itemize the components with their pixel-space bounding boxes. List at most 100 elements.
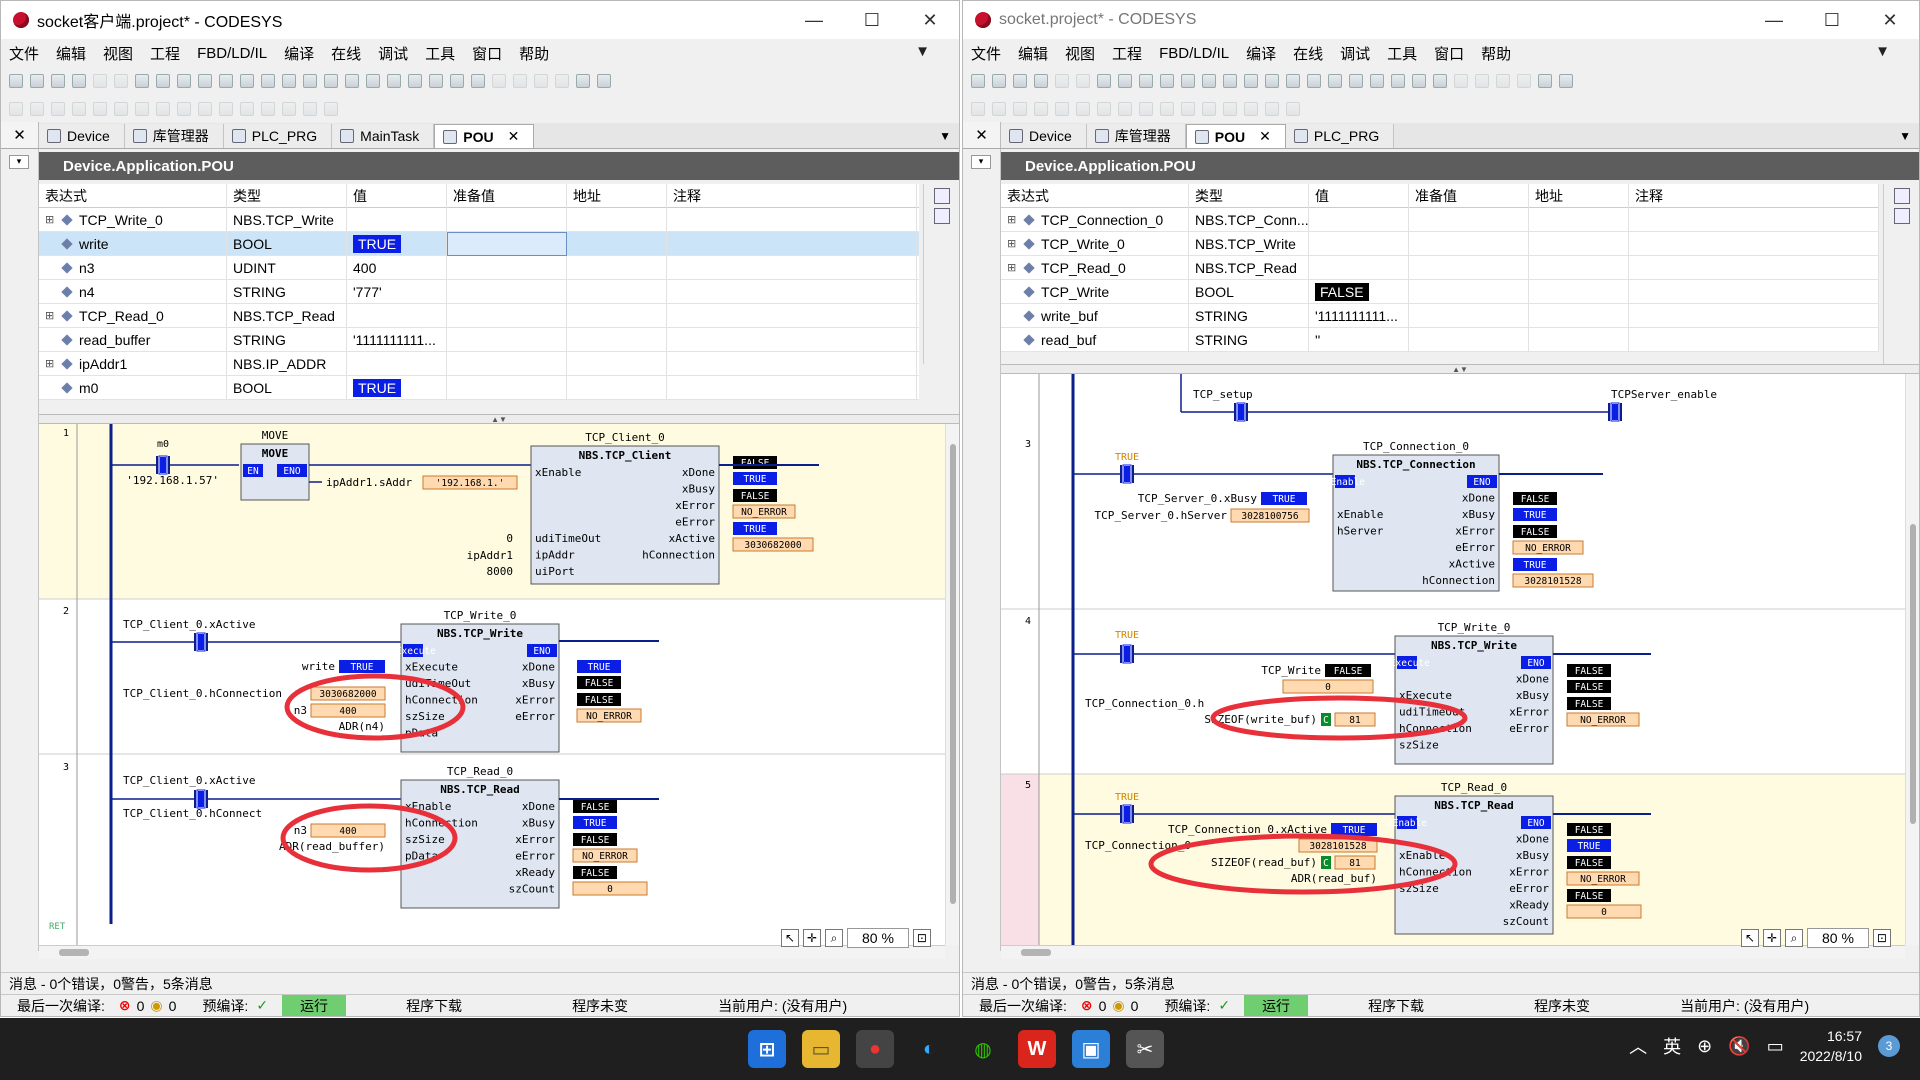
copy-icon[interactable] bbox=[156, 74, 170, 88]
bookmark-icon[interactable] bbox=[1223, 74, 1237, 88]
toggle-icon[interactable] bbox=[1286, 102, 1300, 116]
watch-row[interactable]: read_buf STRING '' bbox=[1001, 327, 1879, 352]
watch-row[interactable]: n3 UDINT 400 bbox=[39, 255, 919, 280]
bookmark-prev-icon[interactable] bbox=[303, 74, 317, 88]
insert-parallel-icon[interactable] bbox=[1055, 102, 1069, 116]
set-reset-icon[interactable] bbox=[1181, 102, 1195, 116]
expand-icon[interactable]: ⊞ bbox=[45, 309, 59, 322]
col-prepared-value[interactable]: 准备值 bbox=[447, 183, 567, 208]
messages-bar[interactable]: 消息 - 0个错误，0警告，5条消息 bbox=[1, 972, 959, 994]
menu-window[interactable]: 窗口 bbox=[1434, 43, 1464, 64]
stop-icon[interactable] bbox=[450, 74, 464, 88]
watch-row[interactable]: ⊞ TCP_Write_0 NBS.TCP_Write bbox=[1001, 231, 1879, 256]
power-icon[interactable]: ▭ bbox=[1767, 1036, 1784, 1057]
col-value[interactable]: 值 bbox=[347, 183, 447, 208]
pan-icon[interactable]: ✛ bbox=[803, 929, 821, 947]
menu-debug[interactable]: 调试 bbox=[378, 43, 408, 64]
volume-muted-icon[interactable]: 🔇 bbox=[1728, 1036, 1750, 1057]
panel-pin-icon[interactable]: ▾ bbox=[971, 155, 991, 169]
pan-icon[interactable]: ✛ bbox=[1763, 929, 1781, 947]
menu-project[interactable]: 工程 bbox=[1112, 43, 1142, 64]
notification-badge[interactable]: 3 bbox=[1878, 1035, 1900, 1057]
menu-help[interactable]: 帮助 bbox=[1481, 43, 1511, 64]
devices-icon[interactable] bbox=[366, 74, 380, 88]
messages-bar[interactable]: 消息 - 0个错误，0警告，5条消息 bbox=[963, 972, 1919, 994]
menu-file[interactable]: 文件 bbox=[9, 43, 39, 64]
filter-icon[interactable]: ▼ bbox=[1875, 43, 1890, 60]
watch-row[interactable]: ⊞ TCP_Write_0 NBS.TCP_Write bbox=[39, 207, 919, 232]
wps-office-icon[interactable]: W bbox=[1018, 1030, 1056, 1068]
edge-browser-icon[interactable]: ◐ bbox=[910, 1030, 948, 1068]
set-reset-icon[interactable] bbox=[219, 102, 233, 116]
insert-output-icon[interactable] bbox=[1139, 102, 1153, 116]
watch-row[interactable]: write_buf STRING '1111111111... bbox=[1001, 303, 1879, 328]
maximize-icon[interactable]: ☐ bbox=[843, 1, 901, 39]
prepared-value-cell[interactable] bbox=[1409, 327, 1529, 352]
network-icon[interactable]: ⊕ bbox=[1697, 1036, 1712, 1057]
build-icon[interactable] bbox=[1307, 74, 1321, 88]
logout-icon[interactable] bbox=[1370, 74, 1384, 88]
editor-splitter[interactable]: ▲▼ bbox=[39, 414, 959, 424]
tab-pou[interactable]: POU ✕ bbox=[434, 124, 535, 148]
replace-icon[interactable] bbox=[1202, 74, 1216, 88]
insert-parallel-icon[interactable] bbox=[93, 102, 107, 116]
watch-option2-icon[interactable] bbox=[1893, 208, 1910, 224]
step-over-icon[interactable] bbox=[555, 74, 569, 88]
delete-icon[interactable] bbox=[198, 74, 212, 88]
col-type[interactable]: 类型 bbox=[227, 183, 347, 208]
insert-box-icon[interactable] bbox=[992, 102, 1006, 116]
bookmark-next-icon[interactable] bbox=[282, 74, 296, 88]
close-icon[interactable]: ✕ bbox=[901, 1, 959, 39]
bookmark-clear-icon[interactable] bbox=[1286, 74, 1300, 88]
menu-view[interactable]: 视图 bbox=[1065, 43, 1095, 64]
new-icon[interactable] bbox=[9, 74, 23, 88]
watch-row[interactable]: ⊞ TCP_Read_0 NBS.TCP_Read bbox=[1001, 255, 1879, 280]
watch-row[interactable]: n4 STRING '777' bbox=[39, 279, 919, 304]
pointer-icon[interactable]: ↖ bbox=[781, 929, 799, 947]
reset-icon[interactable] bbox=[1433, 74, 1447, 88]
stop-icon[interactable] bbox=[1412, 74, 1426, 88]
insert-contact-icon[interactable] bbox=[51, 102, 65, 116]
clock[interactable]: 16:57 2022/8/10 bbox=[1800, 1026, 1862, 1066]
col-expression[interactable]: 表达式 bbox=[1001, 183, 1189, 208]
menu-debug[interactable]: 调试 bbox=[1340, 43, 1370, 64]
bookmark-clear-icon[interactable] bbox=[324, 74, 338, 88]
tab-pou[interactable]: POU ✕ bbox=[1185, 124, 1286, 148]
tab-close-icon[interactable]: ✕ bbox=[508, 128, 520, 145]
menu-fbd[interactable]: FBD/LD/IL bbox=[197, 45, 267, 62]
print-icon[interactable] bbox=[72, 74, 86, 88]
menu-fbd[interactable]: FBD/LD/IL bbox=[1159, 45, 1229, 62]
menu-edit[interactable]: 编辑 bbox=[1018, 43, 1048, 64]
editor-splitter[interactable]: ▲▼ bbox=[1001, 364, 1919, 374]
prepared-value-cell[interactable] bbox=[447, 351, 567, 376]
tool-app-icon[interactable]: ✂ bbox=[1126, 1030, 1164, 1068]
undo-icon[interactable] bbox=[1055, 74, 1069, 88]
minimize-icon[interactable]: — bbox=[1745, 1, 1803, 39]
tab-maintask[interactable]: MainTask bbox=[332, 124, 435, 148]
save-icon[interactable] bbox=[1013, 74, 1027, 88]
tab-plc-prg[interactable]: PLC_PRG bbox=[1285, 124, 1395, 148]
remote-desktop-icon[interactable]: ▣ bbox=[1072, 1030, 1110, 1068]
minimize-icon[interactable]: — bbox=[785, 1, 843, 39]
close-panel-icon[interactable]: ✕ bbox=[1, 122, 39, 148]
filter-icon[interactable]: ▼ bbox=[915, 43, 930, 60]
undo-icon[interactable] bbox=[93, 74, 107, 88]
force-icon[interactable] bbox=[1559, 74, 1573, 88]
step-into-icon[interactable] bbox=[513, 74, 527, 88]
zoom-fit-icon[interactable]: ⊡ bbox=[912, 929, 931, 947]
expand-icon[interactable]: ⊞ bbox=[1007, 261, 1021, 274]
watch-row[interactable]: ⊞ TCP_Connection_0 NBS.TCP_Conn... bbox=[1001, 207, 1879, 232]
tab-library-manager[interactable]: 库管理器 bbox=[124, 124, 224, 148]
insert-network-icon[interactable] bbox=[9, 102, 23, 116]
comment-icon[interactable] bbox=[261, 102, 275, 116]
menu-file[interactable]: 文件 bbox=[971, 43, 1001, 64]
prepared-value-cell[interactable] bbox=[1409, 255, 1529, 280]
insert-box-icon[interactable] bbox=[30, 102, 44, 116]
insert-contact-icon[interactable] bbox=[1013, 102, 1027, 116]
step-out-icon[interactable] bbox=[534, 74, 548, 88]
label-icon[interactable] bbox=[303, 102, 317, 116]
tab-device[interactable]: Device bbox=[1001, 124, 1087, 148]
menu-view[interactable]: 视图 bbox=[103, 43, 133, 64]
comment-icon[interactable] bbox=[1223, 102, 1237, 116]
insert-return-icon[interactable] bbox=[135, 102, 149, 116]
